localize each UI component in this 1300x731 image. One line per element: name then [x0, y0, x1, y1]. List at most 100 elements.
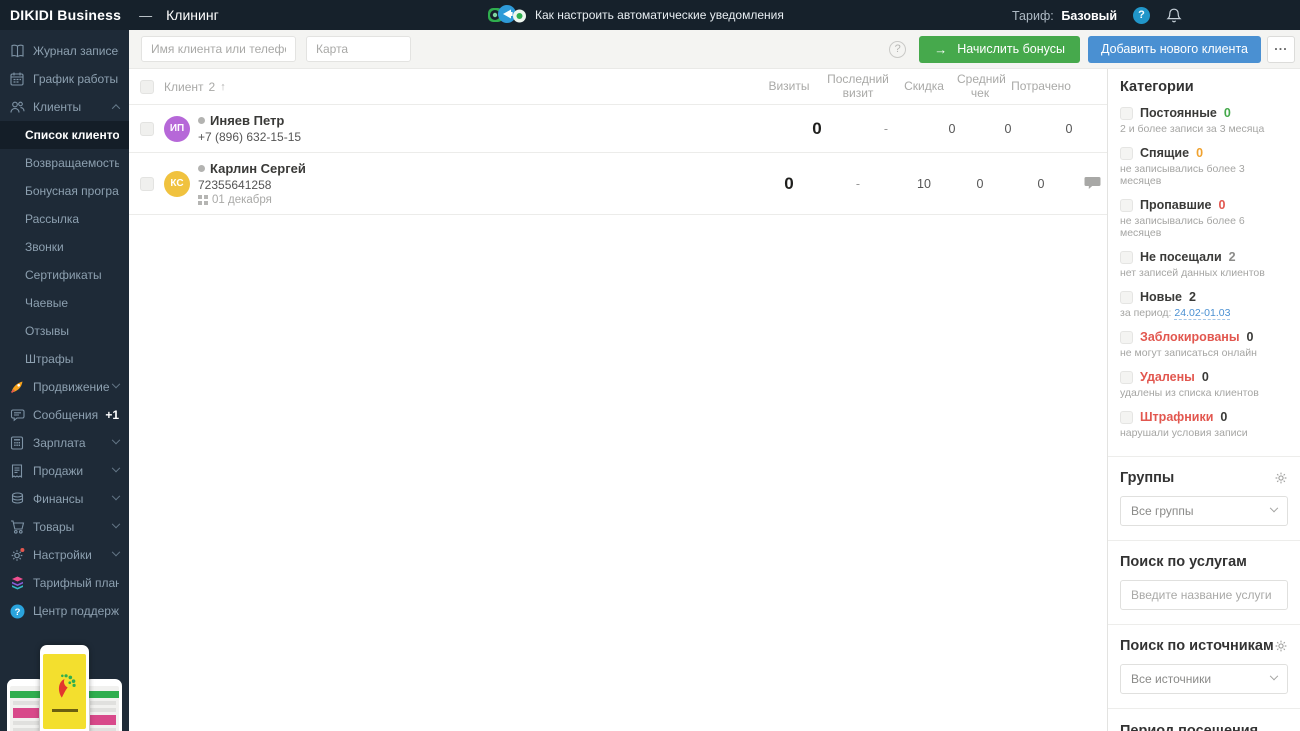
- category-label: Штрафники: [1140, 410, 1214, 424]
- period-link[interactable]: 24.02-01.03: [1174, 307, 1231, 320]
- megaphone-icon: [488, 5, 526, 23]
- row-checkbox[interactable]: [140, 121, 154, 136]
- company-name[interactable]: Клининг: [166, 7, 219, 23]
- category-filter: Новые 2 за период: 24.02-01.03: [1120, 290, 1288, 320]
- avg-check-value: 0: [976, 176, 984, 191]
- category-checkbox[interactable]: [1120, 290, 1133, 304]
- mobile-app-promo-banner[interactable]: [0, 637, 129, 731]
- discount-column-header[interactable]: Скидка: [891, 79, 957, 94]
- category-checkbox[interactable]: [1120, 146, 1133, 160]
- table-header-row: Клиент 2 ↑ Визиты Последний визит Скидка…: [129, 69, 1107, 105]
- row-checkbox[interactable]: [140, 176, 154, 191]
- chat-icon[interactable]: [1079, 176, 1107, 191]
- category-row[interactable]: Заблокированы 0: [1120, 330, 1288, 344]
- category-count: 2: [1188, 290, 1196, 304]
- client-name[interactable]: Иняев Петр: [210, 113, 284, 128]
- sidebar-item[interactable]: Сертификаты: [0, 261, 129, 289]
- sidebar-item-icon: [8, 379, 26, 395]
- category-count: 0: [1218, 198, 1226, 212]
- tariff[interactable]: Тариф: Базовый: [1012, 8, 1117, 23]
- sidebar-item[interactable]: Финансы: [0, 485, 129, 513]
- sidebar-item[interactable]: Возвращаемость: [0, 149, 129, 177]
- category-description-text: не записывались более 3 месяцев: [1120, 163, 1245, 187]
- brand-logo[interactable]: DIKIDI Business: [0, 7, 121, 23]
- question-icon[interactable]: ?: [889, 40, 907, 58]
- sidebar-item-label: Штрафы: [25, 352, 74, 366]
- sidebar-item[interactable]: Сообщения +1: [0, 401, 129, 429]
- sidebar-item[interactable]: Рассылка: [0, 205, 129, 233]
- category-checkbox[interactable]: [1120, 370, 1133, 384]
- tariff-label: Тариф:: [1011, 8, 1054, 23]
- category-row[interactable]: Пропавшие 0: [1120, 198, 1288, 212]
- chevron-icon: [111, 435, 121, 445]
- sidebar-item[interactable]: Продвижение: [0, 373, 129, 401]
- category-count: 0: [1223, 106, 1231, 120]
- sidebar-item[interactable]: Звонки: [0, 233, 129, 261]
- client-column-header[interactable]: Клиент 2 ↑: [129, 79, 753, 94]
- select-all-checkbox[interactable]: [140, 79, 154, 94]
- sidebar-item[interactable]: Список клиентов: [0, 121, 129, 149]
- category-checkbox[interactable]: [1120, 410, 1133, 424]
- client-table-row[interactable]: ИП Иняев Петр +7 (896) 632-15-15 0 - 0 0…: [129, 105, 1107, 153]
- category-row[interactable]: Не посещали 2: [1120, 250, 1288, 264]
- sidebar-item[interactable]: Штрафы: [0, 345, 129, 373]
- visits-column-header[interactable]: Визиты: [753, 79, 825, 94]
- sources-dropdown[interactable]: Все источники: [1120, 664, 1288, 694]
- chevron-down-icon: [1269, 503, 1279, 513]
- category-description-text: не записывались более 6 месяцев: [1120, 215, 1245, 239]
- sidebar-item[interactable]: Бонусная программа: [0, 177, 129, 205]
- category-checkbox[interactable]: [1120, 106, 1133, 120]
- client-name[interactable]: Карлин Сергей: [210, 161, 306, 176]
- sidebar-item[interactable]: ? Центр поддержки: [0, 597, 129, 625]
- category-checkbox[interactable]: [1120, 198, 1133, 212]
- sidebar-item[interactable]: Клиенты: [0, 93, 129, 121]
- sidebar-item[interactable]: Тарифный план: [0, 569, 129, 597]
- sidebar-item[interactable]: Продажи: [0, 457, 129, 485]
- add-client-button[interactable]: Добавить нового клиента: [1087, 35, 1261, 63]
- chevron-icon: [111, 463, 121, 473]
- categories-title: Категории: [1120, 79, 1194, 95]
- notifications-bell-icon[interactable]: [1166, 7, 1182, 24]
- category-filter: Спящие 0 не записывались более 3 месяцев: [1120, 146, 1288, 187]
- sidebar-item[interactable]: Журнал записей: [0, 37, 129, 65]
- category-label: Не посещали: [1140, 250, 1222, 264]
- client-reg-date: 01 декабря: [198, 194, 306, 206]
- sidebar-item[interactable]: Товары: [0, 513, 129, 541]
- sidebar-item-label: Финансы: [33, 492, 84, 506]
- more-actions-button[interactable]: ...: [1267, 35, 1295, 63]
- sidebar-item-label: Продажи: [33, 464, 84, 478]
- sidebar-item[interactable]: Зарплата: [0, 429, 129, 457]
- sidebar-item[interactable]: График работы: [0, 65, 129, 93]
- sort-arrow-icon[interactable]: ↑: [220, 81, 226, 93]
- category-row[interactable]: Новые 2: [1120, 290, 1288, 304]
- announcement[interactable]: Как настроить автоматические уведомления: [487, 3, 784, 27]
- last-visit-column-header[interactable]: Последний визит: [825, 72, 891, 101]
- groups-dropdown[interactable]: Все группы: [1120, 496, 1288, 526]
- accrue-bonuses-button[interactable]: → Начислить бонусы: [919, 35, 1080, 63]
- sidebar-item[interactable]: Настройки: [0, 541, 129, 569]
- client-table-row[interactable]: КС Карлин Сергей 72355641258 01 декабря …: [129, 153, 1107, 215]
- service-search-input[interactable]: [1120, 580, 1288, 610]
- avg-check-column-header[interactable]: Средний чек: [957, 72, 1006, 101]
- category-row[interactable]: Спящие 0: [1120, 146, 1288, 160]
- groups-settings-gear-icon[interactable]: [1274, 471, 1288, 485]
- sidebar-item[interactable]: Отзывы: [0, 317, 129, 345]
- category-filter: Заблокированы 0 не могут записаться онла…: [1120, 330, 1288, 359]
- sidebar-item-icon: [8, 43, 26, 59]
- category-row[interactable]: Постоянные 0: [1120, 106, 1288, 120]
- category-filter: Не посещали 2 нет записей данных клиенто…: [1120, 250, 1288, 279]
- card-input[interactable]: [306, 36, 411, 62]
- search-input[interactable]: [141, 36, 296, 62]
- sidebar-item-label: Центр поддержки: [33, 604, 119, 618]
- sidebar-item[interactable]: Чаевые: [0, 289, 129, 317]
- spent-column-header[interactable]: Потрачено: [1003, 79, 1079, 94]
- category-description: удалены из списка клиентов: [1120, 387, 1288, 399]
- category-checkbox[interactable]: [1120, 250, 1133, 264]
- category-row[interactable]: Штрафники 0: [1120, 410, 1288, 424]
- category-row[interactable]: Удалены 0: [1120, 370, 1288, 384]
- sidebar-item-icon: [8, 547, 26, 563]
- category-checkbox[interactable]: [1120, 330, 1133, 344]
- sources-settings-gear-icon[interactable]: [1274, 639, 1288, 653]
- help-icon[interactable]: ?: [1133, 6, 1150, 24]
- sidebar-item-label: Рассылка: [25, 212, 80, 226]
